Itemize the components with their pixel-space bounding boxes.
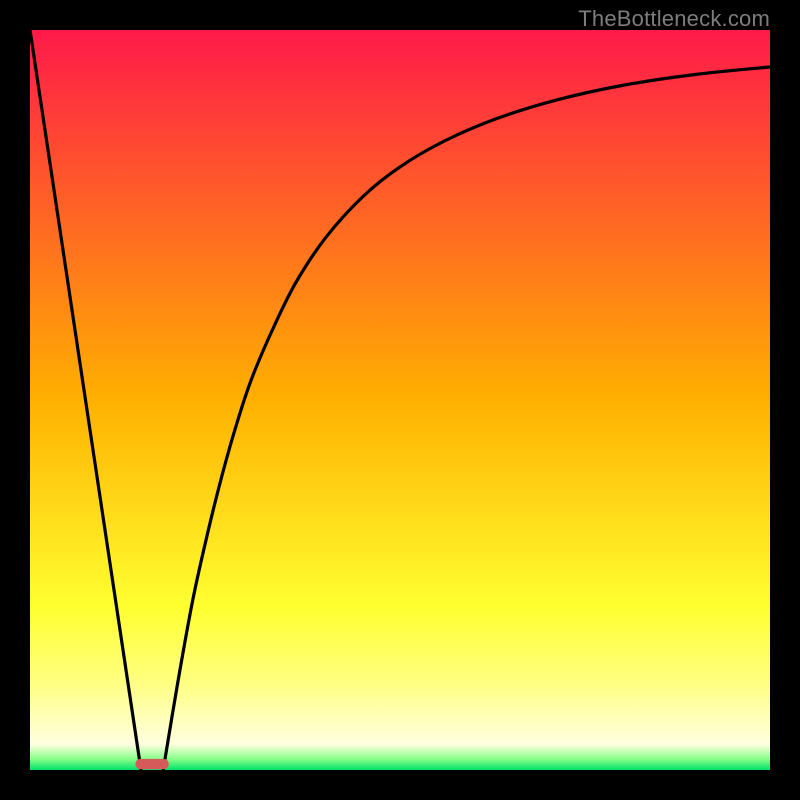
- plot-area: [30, 30, 770, 770]
- gradient-background: [30, 30, 770, 770]
- watermark-text: TheBottleneck.com: [578, 6, 770, 32]
- chart-svg: [30, 30, 770, 770]
- marker-pill: [135, 759, 168, 769]
- chart-frame: TheBottleneck.com: [0, 0, 800, 800]
